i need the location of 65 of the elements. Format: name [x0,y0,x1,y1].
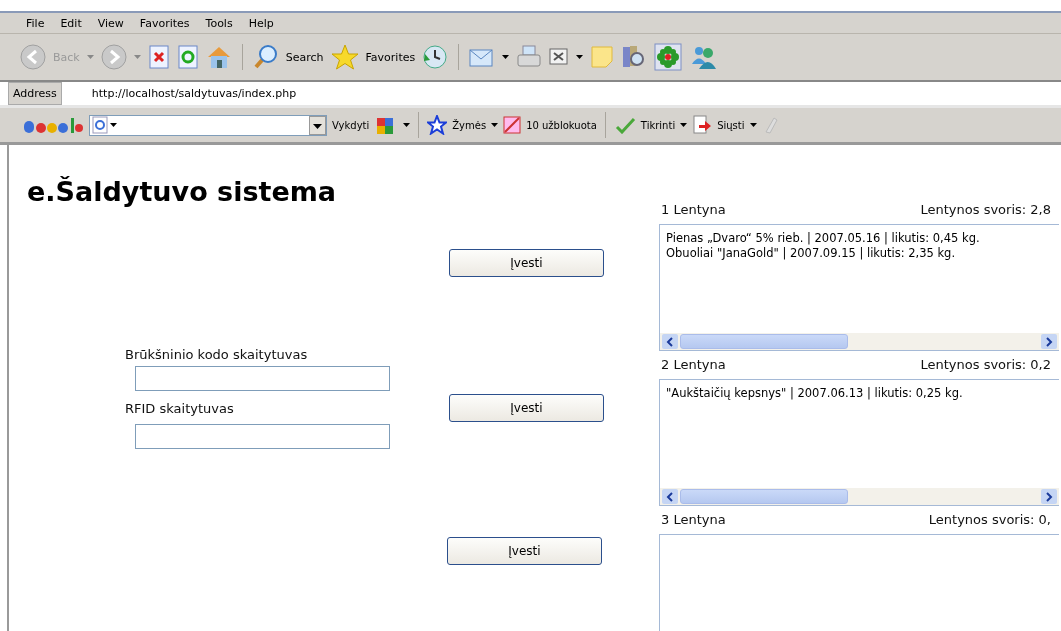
scroll-right-icon[interactable] [1041,334,1057,349]
spellcheck-button[interactable]: Tikrinti [640,119,676,131]
search-button[interactable]: Search [285,50,324,64]
list-item[interactable]: "Aukštaičių kepsnys" | 2007.06.13 | likutis: 0,25 kg. [666,386,1053,401]
scroll-thumb[interactable] [680,489,848,504]
address-field[interactable]: http://localhost/saldytuvas/index.php [67,82,1061,105]
spellcheck-icon[interactable] [613,116,636,134]
shelf-weight: Lentynos svoris: 0,2 [920,357,1051,374]
page-title: e.Šaldytuvo sistema [27,175,338,209]
scroll-left-icon[interactable] [662,489,678,504]
caret-icon[interactable] [491,123,499,127]
caret-icon[interactable] [680,123,688,127]
enter-button[interactable]: Įvesti [449,394,604,422]
caret-icon[interactable] [502,55,510,59]
shelf-name: 1 Lentyna [661,202,726,219]
shelf-weight: Lentynos svoris: 2,8 [920,202,1051,219]
menu-item[interactable]: Help [248,16,274,30]
dropdown-icon[interactable] [309,115,326,135]
popups-blocked-button[interactable]: 10 užblokuota [526,119,597,131]
horizontal-scrollbar[interactable] [660,333,1059,350]
caret-icon[interactable] [576,55,584,59]
menu-item[interactable]: Edit [60,16,82,30]
scroll-left-icon[interactable] [662,334,678,349]
search-icon[interactable] [252,44,279,70]
list-item[interactable]: Obuoliai "JanaGold" | 2007.09.15 | likutis: 2,35 kg. [666,246,1053,261]
input-field[interactable] [135,366,390,391]
star-outline-icon[interactable] [427,115,448,135]
menu-item[interactable]: File [26,16,45,30]
send-button[interactable]: Siųsti [717,119,745,131]
address-label: Address [8,82,62,105]
field-label: RFID skaitytuvas [125,401,235,416]
shelf-name: 3 Lentyna [661,512,726,529]
menu-item[interactable]: Tools [205,16,233,30]
favorites-button[interactable]: Favorites [365,50,416,64]
star-icon[interactable] [330,44,359,70]
flower-icon[interactable] [654,43,683,71]
google-logo-icon[interactable] [22,115,84,135]
people-icon[interactable] [689,44,718,70]
scroll-thumb[interactable] [680,334,848,349]
list-item[interactable]: Pienas „Dvaro“ 5% rieb. | 2007.05.16 | likutis: 0,45 kg. [666,231,1053,246]
input-field[interactable] [135,424,390,449]
printer-icon[interactable] [516,45,543,69]
history-icon[interactable] [422,44,449,70]
shelf-name: 2 Lentyna [661,357,726,374]
horizontal-scrollbar[interactable] [660,488,1059,505]
field-label: Brūkšninio kodo skaitytuvas [125,347,309,362]
send-icon[interactable] [692,115,713,135]
google-search-field[interactable] [89,114,327,136]
caret-icon[interactable] [749,123,757,127]
scroll-right-icon[interactable] [1041,489,1057,504]
mail-icon[interactable] [469,46,496,68]
go-button[interactable]: Vykdyti [332,119,370,131]
g-menu-icon[interactable] [92,116,118,134]
stop-icon[interactable] [147,45,170,69]
bookmarks-button[interactable]: Žymės [452,119,487,131]
shelf-weight: Lentynos svoris: 0, [928,512,1051,529]
blocked-popup-icon[interactable] [503,116,522,134]
caret-icon[interactable] [403,123,411,127]
forward-icon[interactable] [100,44,127,70]
menu-item[interactable]: View [97,16,124,30]
menu-item[interactable]: Favorites [139,16,190,30]
enter-button[interactable]: Įvesti [449,249,604,277]
refresh-icon[interactable] [176,45,199,69]
enter-button[interactable]: Įvesti [447,537,602,565]
back-icon[interactable] [20,44,46,70]
